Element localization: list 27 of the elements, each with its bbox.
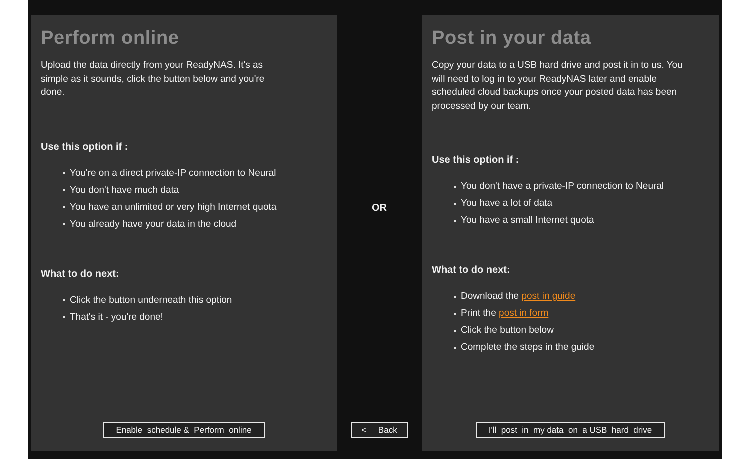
criteria-item: You don't have a private-IP connection to Neural [461, 180, 664, 193]
step-text: Download the [461, 290, 520, 303]
section-heading: Use this option if : [41, 140, 130, 154]
option-title: Perform online [41, 27, 180, 51]
or-separator: OR [372, 202, 387, 216]
criteria-item: You're on a direct private-IP connection to Neural [70, 166, 276, 180]
criteria-item: You don't have much data [70, 184, 180, 196]
step-text: Click the button underneath this option [70, 294, 232, 306]
guide-link[interactable]: post in guide [522, 290, 576, 303]
step-text: That's it - you're done! [70, 310, 164, 324]
step-text: Click the button below [461, 324, 554, 337]
criteria-item: You have an unlimited or very high Internet quota [70, 200, 277, 214]
criteria-item: You have a small Internet quota [461, 214, 594, 227]
option-title: Post in your data [432, 27, 592, 51]
section-heading: Use this option if : [432, 154, 520, 168]
guide-link[interactable]: post in form [499, 307, 549, 320]
section-heading: What to do next: [41, 268, 120, 282]
option-button[interactable]: I'll post in my data on a USB hard drive [476, 422, 666, 438]
step-text: Complete the steps in the guide [461, 341, 595, 354]
option-description: Upload the data directly from your ReadyNAS. It's as simple as it sounds, click the button below and you're done. [41, 59, 266, 100]
section-heading: What to do next: [432, 264, 512, 278]
criteria-item: You have a lot of data [461, 197, 553, 210]
back-button[interactable]: < Back [350, 422, 408, 438]
option-description: Copy your data to a USB hard drive and post it in to us. You will need to log in to your ReadyNAS later and enable scheduled cloud backups once your posted data has been processed by our team. [432, 59, 684, 113]
criteria-item: You already have your data in the cloud [70, 218, 237, 230]
option-button[interactable]: Enable schedule & Perform online [103, 422, 265, 438]
step-text: Print the [461, 307, 498, 320]
